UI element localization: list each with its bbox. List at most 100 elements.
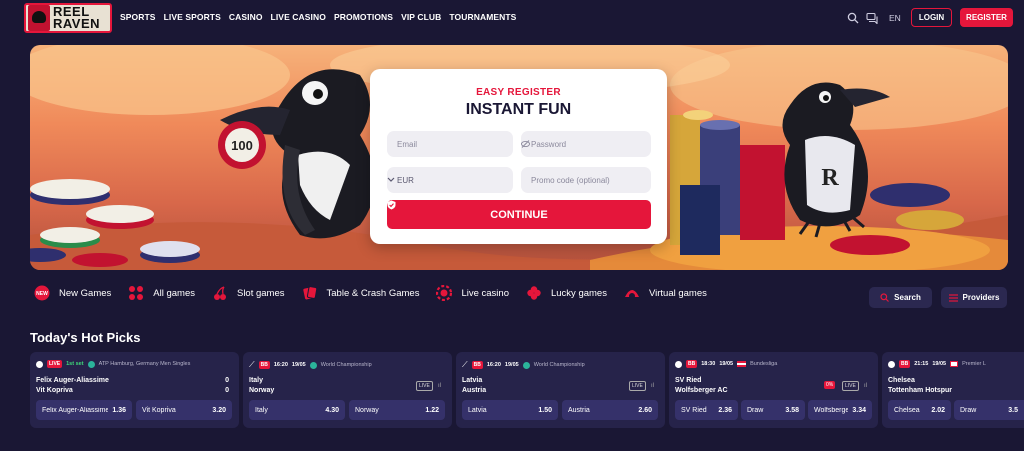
match-card[interactable]: LIVE 1st set ATP Hamburg, Germany Men Si… [30, 352, 239, 428]
games-search-button[interactable]: Search [869, 287, 932, 308]
new-icon: NEW [34, 285, 50, 301]
login-button[interactable]: LOGIN [911, 8, 952, 27]
team-2: Wolfsberger AC [675, 387, 728, 394]
odd-button[interactable]: Draw 3.58 [741, 400, 805, 420]
match-card[interactable]: ⟋ BB 16:20 19/05 World Championship Ital… [243, 352, 452, 428]
team-2: Tottenham Hotspur [888, 387, 953, 394]
match-date: 19/05 [932, 361, 947, 367]
brand-logo[interactable]: REEL RAVEN [24, 3, 112, 33]
odd-button[interactable]: Wolfsberger 3.34 [808, 400, 872, 420]
nav-casino[interactable]: CASINO [229, 12, 263, 22]
providers-label: Providers [962, 293, 1000, 302]
match-card[interactable]: ⟋ BB 16:20 19/05 World Championship Latv… [456, 352, 665, 428]
percent-badge: 0% [824, 381, 836, 389]
main-nav: SPORTS LIVE SPORTS CASINO LIVE CASINO PR… [120, 12, 524, 22]
nav-vip-club[interactable]: VIP CLUB [401, 12, 441, 22]
odd-button[interactable]: SV Ried 2.36 [675, 400, 738, 420]
score-2: 0 [225, 387, 229, 394]
cherry-icon [213, 286, 226, 300]
odd-label: Draw [747, 406, 764, 414]
category-virtual-games[interactable]: Virtual games [624, 285, 707, 301]
odd-value: 3.34 [852, 406, 866, 414]
shield-check-icon [387, 200, 396, 210]
bb-badge: BB [258, 361, 270, 369]
search-icon[interactable] [847, 12, 859, 24]
password-field[interactable]: Password [521, 131, 651, 157]
live-indicator: LIVE [416, 381, 433, 391]
currency-value: EUR [397, 175, 414, 185]
match-date: 19/05 [504, 362, 519, 368]
odd-button[interactable]: Felix Auger-Aliassime 1.36 [36, 400, 132, 420]
live-badge: LIVE [47, 360, 63, 368]
currency-select[interactable]: EUR [387, 167, 513, 193]
category-all-games[interactable]: All games [128, 285, 195, 301]
nav-live-sports[interactable]: LIVE SPORTS [164, 12, 221, 22]
category-label: Slot games [236, 287, 285, 299]
match-meta: ⟋ BB 16:20 19/05 World Championship [249, 360, 372, 370]
nav-tournaments[interactable]: TOURNAMENTS [449, 12, 516, 22]
search-icon [880, 293, 890, 302]
hero-banner: 100 R EASY REGISTER INSTANT FUN Email Pa… [30, 45, 1008, 270]
svg-text:NEW: NEW [36, 291, 48, 297]
bb-badge: BB [899, 360, 911, 368]
signal-icon: ıl [438, 383, 441, 389]
category-table-crash[interactable]: Table & Crash Games [302, 285, 419, 301]
top-bar: REEL RAVEN SPORTS LIVE SPORTS CASINO LIV… [0, 0, 1024, 37]
match-time: 21:15 [914, 361, 929, 367]
team-2: Vit Kopriva [36, 387, 73, 394]
odd-label: Wolfsberger [814, 406, 849, 414]
league-name: World Championship [533, 362, 585, 368]
register-button[interactable]: REGISTER [960, 8, 1013, 27]
odd-value: 3.20 [212, 406, 226, 414]
category-label: Lucky games [550, 287, 607, 299]
team-2: Austria [462, 387, 487, 394]
form-title: INSTANT FUN [465, 101, 572, 118]
nav-live-casino[interactable]: LIVE CASINO [271, 12, 326, 22]
signal-icon: ıl [864, 383, 867, 389]
nav-promotions[interactable]: PROMOTIONS [334, 12, 393, 22]
odd-button[interactable]: Chelsea 2.02 [888, 400, 951, 420]
odd-value: 2.60 [638, 406, 652, 414]
category-live-casino[interactable]: Live casino [436, 285, 509, 301]
eye-off-icon[interactable] [521, 140, 530, 148]
category-label: All games [153, 287, 195, 299]
promo-code-field[interactable]: Promo code (optional) [521, 167, 651, 193]
search-label: Search [894, 293, 921, 302]
odd-label: Italy [255, 406, 268, 414]
category-lucky-games[interactable]: Lucky games [526, 285, 607, 301]
signal-icon: ıl [651, 383, 654, 389]
category-slot-games[interactable]: Slot games [212, 285, 285, 301]
odd-button[interactable]: Norway 1.22 [349, 400, 445, 420]
language-selector[interactable]: EN [889, 13, 901, 23]
team-1: Chelsea [888, 377, 915, 384]
svg-text:R: R [821, 165, 839, 191]
odd-value: 1.50 [538, 406, 552, 414]
nav-sports[interactable]: SPORTS [120, 12, 156, 22]
email-field[interactable]: Email [387, 131, 513, 157]
soccer-icon [675, 360, 682, 368]
odd-value: 2.36 [718, 406, 732, 414]
hockey-icon: ⟋ [249, 360, 255, 369]
chevron-down-icon [387, 177, 395, 182]
odd-button[interactable]: Latvia 1.50 [462, 400, 558, 420]
continue-button[interactable]: CONTINUE [387, 200, 651, 229]
odd-value: 3.58 [785, 406, 799, 414]
odd-button[interactable]: Italy 4.30 [249, 400, 345, 420]
match-card[interactable]: BB 21:15 19/05 Premier L Chelsea Tottenh… [882, 352, 1024, 428]
match-card[interactable]: BB 18:30 19/05 Bundesliga SV Ried Wolfsb… [669, 352, 878, 428]
live-indicator: LIVE [629, 381, 646, 391]
category-new-games[interactable]: NEW New Games [34, 285, 111, 301]
team-1: SV Ried [675, 377, 702, 384]
providers-button[interactable]: Providers [941, 287, 1007, 308]
league-flag-icon [309, 361, 317, 369]
odd-button[interactable]: Draw 3.5 [954, 400, 1024, 420]
team-2: Norway [249, 387, 275, 394]
odd-label: Austria [568, 406, 590, 414]
tennis-icon [36, 360, 43, 368]
clover-icon [527, 286, 541, 300]
category-label: Virtual games [648, 287, 707, 299]
odd-button[interactable]: Vit Kopriva 3.20 [136, 400, 232, 420]
category-bar: NEW New Games All games Slot games Table… [34, 285, 707, 301]
odd-button[interactable]: Austria 2.60 [562, 400, 658, 420]
chat-icon[interactable] [866, 12, 878, 24]
